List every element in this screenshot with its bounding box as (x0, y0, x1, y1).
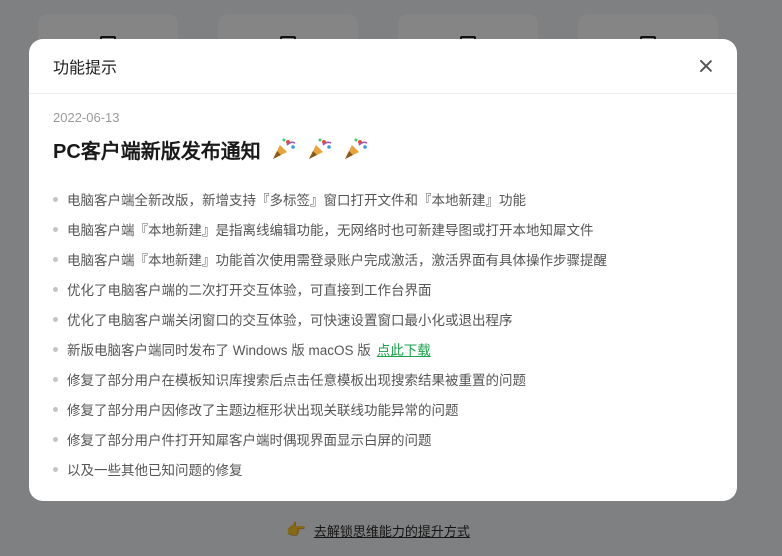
download-link[interactable]: 点此下载 (377, 339, 431, 359)
bullet-dot (53, 376, 58, 382)
list-item: 优化了电脑客户端关闭窗口的交互体验，可快速设置窗口最小化或退出程序 (53, 304, 713, 334)
feature-tip-modal: 功能提示 2022-06-13 PC客户端新版发布通知 电脑客户端全新改版，新增… (29, 39, 737, 501)
party-popper-icon (343, 137, 369, 161)
list-item: 修复了部分用户件打开知犀客户端时偶现界面显示白屏的问题 (53, 424, 713, 454)
note-text: 优化了电脑客户端关闭窗口的交互体验，可快速设置窗口最小化或退出程序 (67, 313, 513, 328)
list-item: 修复了部分用户因修改了主题边框形状出现关联线功能异常的问题 (53, 394, 713, 424)
close-icon[interactable] (697, 57, 715, 75)
bullet-dot (53, 406, 58, 412)
bullet-dot (53, 226, 58, 232)
bullet-dot (53, 196, 58, 202)
list-item: 电脑客户端全新改版，新增支持『多标签』窗口打开文件和『本地新建』功能 (53, 184, 713, 214)
list-item: 新版电脑客户端同时发布了 Windows 版 macOS 版点此下载 (53, 334, 713, 364)
note-text: 新版电脑客户端同时发布了 Windows 版 macOS 版 (67, 343, 371, 358)
modal-body: 2022-06-13 PC客户端新版发布通知 电脑客户端全新改版，新增支持『多标… (29, 94, 737, 484)
note-text: 电脑客户端『本地新建』功能首次使用需登录账户完成激活，激活界面有具体操作步骤提醒 (67, 253, 607, 268)
party-popper-icon (271, 137, 297, 161)
party-popper-icon (307, 137, 333, 161)
modal-header: 功能提示 (29, 39, 737, 94)
release-date: 2022-06-13 (53, 110, 120, 125)
note-text: 优化了电脑客户端的二次打开交互体验，可直接到工作台界面 (67, 283, 432, 298)
note-text: 电脑客户端『本地新建』是指离线编辑功能，无网络时也可新建导图或打开本地知犀文件 (67, 223, 594, 238)
bullet-dot (53, 436, 58, 442)
modal-title: 功能提示 (53, 60, 118, 77)
note-text: 以及一些其他已知问题的修复 (67, 463, 243, 478)
bullet-dot (53, 466, 58, 472)
note-text: 修复了部分用户因修改了主题边框形状出现关联线功能异常的问题 (67, 403, 459, 418)
release-notes-list: 电脑客户端全新改版，新增支持『多标签』窗口打开文件和『本地新建』功能 电脑客户端… (53, 184, 713, 484)
bullet-dot (53, 316, 58, 322)
list-item: 优化了电脑客户端的二次打开交互体验，可直接到工作台界面 (53, 274, 713, 304)
list-item: 修复了部分用户在模板知识库搜索后点击任意模板出现搜索结果被重置的问题 (53, 364, 713, 394)
note-text: 修复了部分用户在模板知识库搜索后点击任意模板出现搜索结果被重置的问题 (67, 373, 526, 388)
bullet-dot (53, 286, 58, 292)
headline-text: PC客户端新版发布通知 (53, 140, 261, 163)
list-item: 电脑客户端『本地新建』功能首次使用需登录账户完成激活，激活界面有具体操作步骤提醒 (53, 244, 713, 274)
bullet-dot (53, 256, 58, 262)
release-headline: PC客户端新版发布通知 (53, 134, 713, 164)
bullet-dot (53, 346, 58, 352)
list-item: 电脑客户端『本地新建』是指离线编辑功能，无网络时也可新建导图或打开本地知犀文件 (53, 214, 713, 244)
note-text: 电脑客户端全新改版，新增支持『多标签』窗口打开文件和『本地新建』功能 (67, 193, 526, 208)
list-item: 以及一些其他已知问题的修复 (53, 454, 713, 484)
note-text: 修复了部分用户件打开知犀客户端时偶现界面显示白屏的问题 (67, 433, 432, 448)
